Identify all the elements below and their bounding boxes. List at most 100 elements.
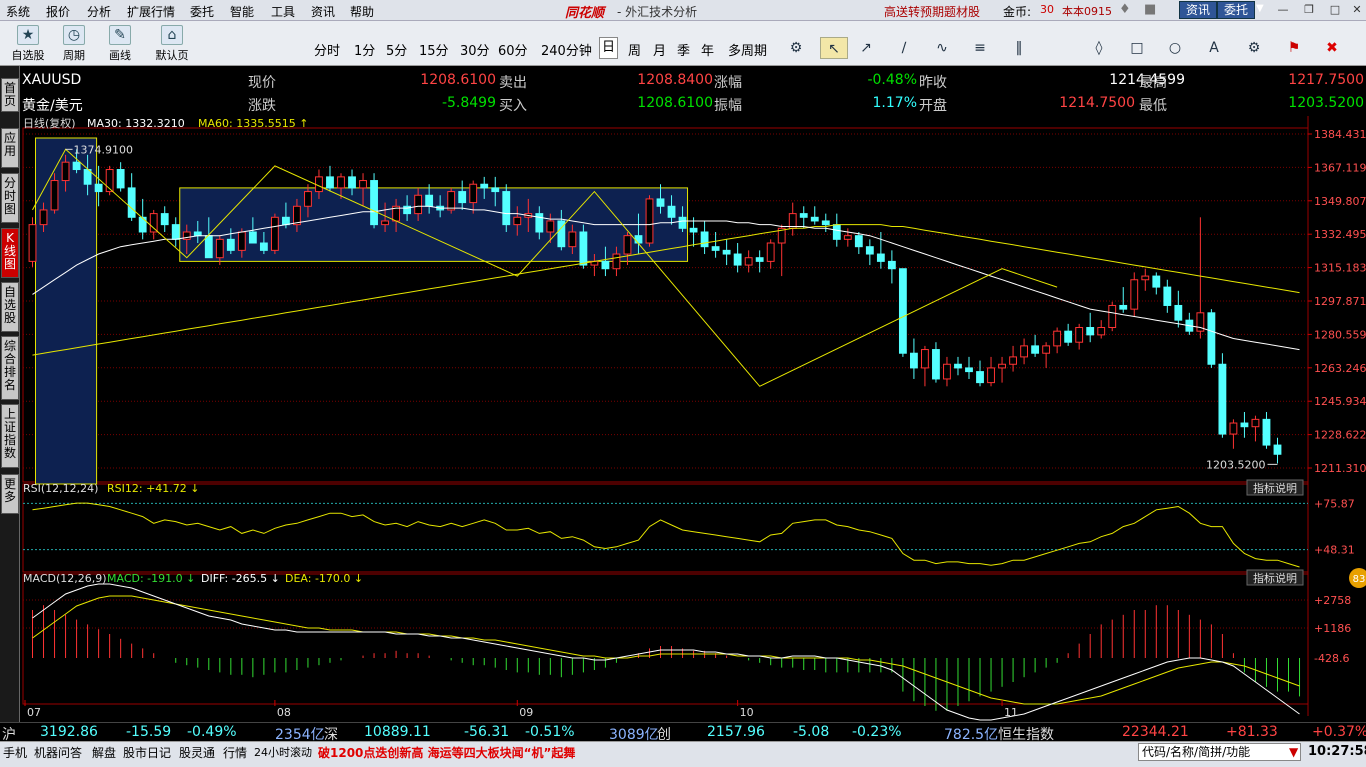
low-label: 最低 — [1139, 98, 1167, 114]
circle-icon[interactable]: ○ — [1161, 37, 1189, 59]
period-5m[interactable]: 5分 — [386, 40, 407, 59]
menu-analysis[interactable]: 分析 — [87, 3, 111, 20]
settings-icon[interactable]: ⚙ — [782, 37, 810, 59]
period-week[interactable]: 周 — [628, 40, 641, 59]
default-page-button[interactable]: ⌂ 默认页 — [150, 23, 194, 64]
tab-ranking[interactable]: 综合排名 — [1, 336, 19, 400]
candle-body — [568, 231, 577, 248]
status-market[interactable]: 行情 — [223, 744, 247, 761]
bell-icon[interactable]: ♦ — [1119, 2, 1131, 17]
period-60m[interactable]: 60分 — [498, 40, 528, 59]
period-1m[interactable]: 1分 — [354, 40, 375, 59]
y-tick-label: 1384.431 — [1314, 128, 1366, 141]
period-year[interactable]: 年 — [701, 40, 714, 59]
menu-extended-market[interactable]: 扩展行情 — [127, 3, 175, 20]
restore-icon[interactable]: ❐ — [1302, 4, 1316, 16]
promo-link[interactable]: 高送转预期题材股 — [884, 3, 980, 20]
period-multi[interactable]: 多周期 — [728, 40, 767, 59]
search-input[interactable]: 代码/名称/简拼/功能 — [1138, 743, 1301, 761]
minimize-icon[interactable]: — — [1276, 4, 1290, 16]
status-24h[interactable]: 24小时滚动 — [254, 744, 312, 760]
tab-shanghai-index[interactable]: 上证指数 — [1, 404, 19, 468]
candle-body — [1229, 422, 1238, 435]
status-gulingtong[interactable]: 股灵通 — [179, 744, 215, 761]
candle-body — [248, 231, 257, 244]
fib-icon[interactable]: ≡ — [966, 37, 994, 59]
candle-body — [447, 191, 456, 211]
candle-body — [259, 242, 268, 251]
menu-order[interactable]: 委托 — [190, 3, 214, 20]
y-tick-label: 1297.871 — [1314, 295, 1366, 308]
news-button[interactable]: 资讯 — [1179, 1, 1218, 19]
flag-icon[interactable]: ⚑ — [1280, 37, 1308, 59]
candle-body — [270, 216, 279, 251]
x-tick-label: 09 — [519, 706, 533, 719]
candle-body — [954, 363, 962, 369]
version-label[interactable]: 本本0915 — [1062, 3, 1112, 19]
trade-button[interactable]: 委托 — [1217, 1, 1256, 19]
status-diary[interactable]: 股市日记 — [123, 744, 171, 761]
tab-watchlist[interactable]: 自选股 — [1, 282, 19, 332]
parallel-icon[interactable]: ∕ — [890, 37, 918, 59]
status-qa[interactable]: 机器问答 — [34, 744, 82, 761]
period-day[interactable]: 日 — [599, 37, 619, 59]
cursor-icon[interactable]: ↖ — [820, 37, 848, 59]
open-label: 开盘 — [919, 98, 947, 114]
gear-icon[interactable]: ⚙ — [1240, 37, 1268, 59]
tab-intraday[interactable]: 分时图 — [1, 173, 19, 223]
rect-icon[interactable]: □ — [1123, 37, 1151, 59]
favorites-button[interactable]: ★ 自选股 — [6, 23, 50, 64]
x-tick-label: 08 — [277, 706, 291, 719]
chevron-down-icon[interactable]: ▼ — [1289, 745, 1298, 759]
menu-tools[interactable]: 工具 — [271, 3, 295, 20]
bars-icon[interactable]: ‖ — [1005, 37, 1033, 59]
menu-news[interactable]: 资讯 — [311, 3, 335, 20]
candle-body — [480, 183, 489, 189]
menu-system[interactable]: 系统 — [6, 3, 30, 20]
macd-tick-label: -428.6 — [1314, 652, 1349, 665]
channel-icon[interactable]: ◊ — [1085, 37, 1113, 59]
candle-body — [193, 231, 202, 237]
close-icon[interactable]: ✕ — [1350, 4, 1364, 16]
chevron-down-icon[interactable]: ▼ — [1256, 3, 1264, 14]
tab-home[interactable]: 首页 — [1, 78, 19, 112]
menu-smart[interactable]: 智能 — [230, 3, 254, 20]
cycle-icon: ◷ — [63, 25, 85, 45]
menu-quote[interactable]: 报价 — [46, 3, 70, 20]
ma60-legend: MA60: 1335.5515 ↑ — [198, 117, 308, 130]
cycle-button[interactable]: ◷ 周期 — [52, 23, 96, 64]
delete-icon[interactable]: ✖ — [1318, 37, 1346, 59]
candle-body — [799, 213, 808, 218]
menu-help[interactable]: 帮助 — [350, 3, 374, 20]
period-tick[interactable]: 分时 — [314, 40, 340, 59]
kline-chart[interactable]: 1384.431 1367.119 1349.807 1332.495 1315.183… — [21, 116, 1366, 722]
default-page-label: 默认页 — [155, 49, 189, 62]
tab-more[interactable]: 更多 — [1, 474, 19, 514]
draw-button[interactable]: ✎ 画线 — [98, 23, 142, 64]
period-240m[interactable]: 240分钟 — [541, 40, 592, 59]
period-15m[interactable]: 15分 — [419, 40, 449, 59]
text-icon[interactable]: A — [1200, 37, 1228, 59]
candle-body — [821, 220, 830, 226]
status-mobile[interactable]: 手机 — [3, 744, 27, 761]
news-ticker[interactable]: 破1200点迭创新高 海运等四大板块闻“机”起舞 — [318, 744, 575, 761]
period-quarter[interactable]: 季 — [677, 40, 690, 59]
shirt-icon[interactable]: ■ — [1144, 2, 1156, 17]
line-icon[interactable]: ↗ — [852, 37, 880, 59]
amplitude-label: 振幅 — [714, 98, 742, 114]
high-value: 1217.7500 — [1288, 72, 1364, 88]
candle-body — [215, 238, 224, 259]
tab-apps[interactable]: 应用 — [1, 128, 19, 168]
candle-body — [656, 198, 665, 207]
candle-body — [535, 213, 544, 233]
status-commentary[interactable]: 解盘 — [92, 744, 116, 761]
candle-body — [160, 213, 169, 226]
y-tick-label: 1367.119 — [1314, 161, 1366, 174]
maximize-icon[interactable]: □ — [1328, 4, 1342, 16]
wave-icon[interactable]: ∿ — [928, 37, 956, 59]
candle-body — [634, 235, 643, 244]
tab-kline[interactable]: K线图 — [1, 228, 19, 278]
period-30m[interactable]: 30分 — [460, 40, 490, 59]
candle-body — [998, 363, 1006, 369]
period-month[interactable]: 月 — [653, 40, 666, 59]
